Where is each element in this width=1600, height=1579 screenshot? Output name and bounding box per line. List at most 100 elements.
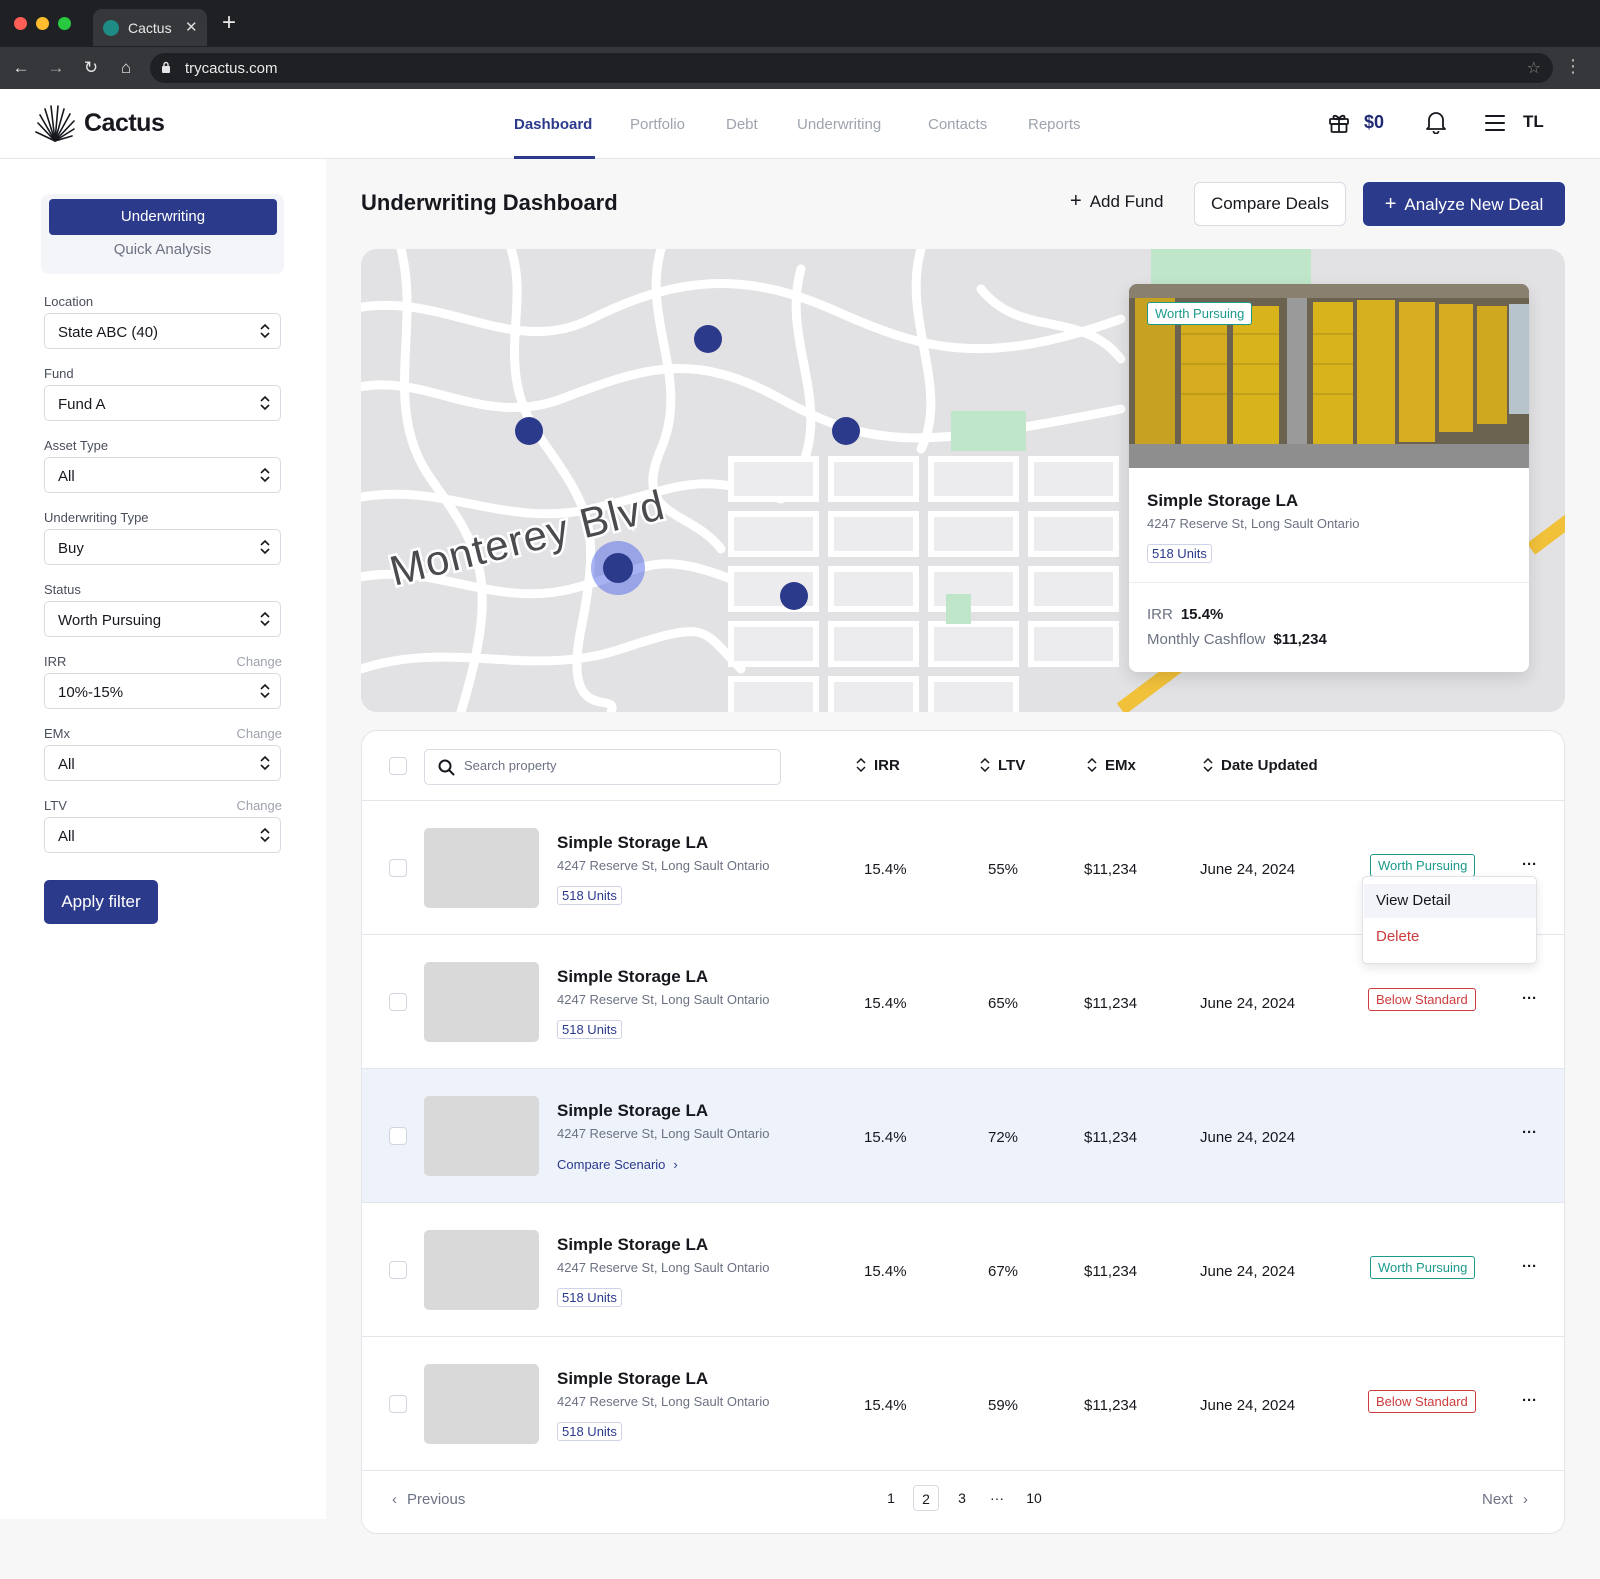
page-button-10[interactable]: 10 — [1021, 1485, 1047, 1511]
property-map[interactable]: Monterey Blvd Worth Pursuing Simple Stor… — [361, 249, 1565, 712]
page-title: Underwriting Dashboard — [361, 190, 618, 215]
chevron-up-down-icon — [260, 683, 270, 699]
map-pin[interactable] — [832, 417, 860, 445]
property-name: Simple Storage LA — [557, 1369, 709, 1388]
property-address: 4247 Reserve St, Long Sault Ontario — [557, 1260, 770, 1275]
row-checkbox[interactable] — [389, 993, 407, 1011]
back-icon[interactable]: ← — [10, 58, 32, 78]
minimize-window-icon[interactable] — [36, 17, 49, 30]
row-checkbox[interactable] — [389, 1261, 407, 1279]
column-header-ltv[interactable]: LTV — [980, 757, 1025, 774]
chevron-right-icon: › — [673, 1157, 678, 1172]
credit-balance[interactable]: $0 — [1364, 112, 1384, 133]
row-checkbox[interactable] — [389, 859, 407, 877]
close-window-icon[interactable] — [14, 17, 27, 30]
compare-scenario-link[interactable]: Compare Scenario › — [557, 1157, 678, 1172]
table-row[interactable]: Simple Storage LA 4247 Reserve St, Long S… — [362, 1069, 1564, 1203]
mode-quick-analysis-button[interactable]: Quick Analysis — [41, 241, 284, 258]
more-options-icon[interactable]: ··· — [1522, 1258, 1537, 1275]
add-fund-button[interactable]: + Add Fund — [1070, 190, 1163, 213]
table-row[interactable]: Simple Storage LA 4247 Reserve St, Long S… — [362, 1203, 1564, 1337]
maximize-window-icon[interactable] — [58, 17, 71, 30]
chevron-right-icon: › — [1522, 1491, 1528, 1508]
row-checkbox[interactable] — [389, 1395, 407, 1413]
bell-icon[interactable] — [1425, 110, 1447, 134]
underwriting-type-select[interactable]: Buy — [44, 529, 281, 565]
status-badge: Below Standard — [1368, 1390, 1476, 1413]
emx-change-link[interactable]: Change — [232, 726, 282, 741]
emx-select[interactable]: All — [44, 745, 281, 781]
avatar[interactable]: TL — [1523, 112, 1544, 132]
location-select[interactable]: State ABC (40) — [44, 313, 281, 349]
analyze-new-deal-button[interactable]: + Analyze New Deal — [1363, 182, 1565, 226]
property-popup[interactable]: Worth Pursuing Simple Storage LA 4247 Re… — [1129, 284, 1529, 672]
search-icon — [438, 759, 455, 776]
compare-deals-button[interactable]: Compare Deals — [1194, 182, 1346, 226]
more-options-icon[interactable]: ··· — [1522, 1392, 1537, 1409]
next-page-button[interactable]: Next › — [1482, 1491, 1528, 1508]
fund-value: Fund A — [58, 396, 106, 413]
table-row[interactable]: Simple Storage LA 4247 Reserve St, Long S… — [362, 1337, 1564, 1471]
irr-cell: 15.4% — [864, 995, 907, 1012]
row-checkbox[interactable] — [389, 1127, 407, 1145]
search-input[interactable] — [464, 758, 764, 773]
emx-value: All — [58, 756, 75, 773]
new-tab-icon[interactable]: + — [222, 11, 236, 35]
more-options-icon[interactable]: ··· — [1522, 1124, 1537, 1141]
add-fund-label: Add Fund — [1089, 192, 1164, 211]
previous-page-button[interactable]: ‹ Previous — [392, 1491, 465, 1508]
map-pin[interactable] — [780, 582, 808, 610]
close-tab-icon[interactable]: ✕ — [185, 18, 198, 36]
irr-select[interactable]: 10%-15% — [44, 673, 281, 709]
reload-icon[interactable]: ↻ — [80, 58, 102, 78]
map-pin[interactable] — [694, 325, 722, 353]
nav-dashboard[interactable]: Dashboard — [514, 116, 592, 133]
column-header-date-updated[interactable]: Date Updated — [1203, 757, 1318, 774]
property-address: 4247 Reserve St, Long Sault Ontario — [557, 858, 770, 873]
plus-icon: + — [1070, 190, 1082, 212]
forward-icon[interactable]: → — [45, 58, 67, 78]
map-pin-selected[interactable] — [591, 541, 645, 595]
fund-select[interactable]: Fund A — [44, 385, 281, 421]
page-button-2[interactable]: 2 — [913, 1485, 939, 1511]
browser-tab[interactable]: Cactus ✕ — [93, 9, 207, 46]
nav-reports[interactable]: Reports — [1028, 116, 1081, 133]
column-header-emx[interactable]: EMx — [1087, 757, 1136, 774]
ltv-select[interactable]: All — [44, 817, 281, 853]
page-button-3[interactable]: 3 — [949, 1485, 975, 1511]
property-thumbnail — [424, 1096, 539, 1176]
address-bar[interactable]: trycactus.com ☆ — [150, 53, 1553, 83]
ltv-cell: 72% — [988, 1129, 1019, 1146]
units-badge: 518 Units — [557, 1020, 622, 1039]
page-button-1[interactable]: 1 — [878, 1485, 904, 1511]
nav-active-indicator — [514, 156, 595, 159]
ltv-change-link[interactable]: Change — [232, 798, 282, 813]
emx-cell: $11,234 — [1084, 1129, 1138, 1146]
select-all-checkbox[interactable] — [389, 757, 407, 775]
more-options-icon[interactable]: ··· — [1522, 856, 1537, 873]
mode-underwriting-button[interactable]: Underwriting — [49, 199, 277, 235]
browser-menu-icon[interactable]: ⋮ — [1564, 56, 1582, 77]
nav-contacts[interactable]: Contacts — [928, 116, 987, 133]
search-field[interactable] — [424, 749, 781, 785]
delete-menu-item[interactable]: Delete — [1364, 920, 1536, 954]
nav-debt[interactable]: Debt — [726, 116, 758, 133]
map-pin[interactable] — [515, 417, 543, 445]
nav-portfolio[interactable]: Portfolio — [630, 116, 685, 133]
status-value: Worth Pursuing — [58, 612, 162, 629]
nav-underwriting[interactable]: Underwriting — [797, 116, 881, 133]
gift-icon[interactable] — [1328, 112, 1350, 134]
asset-type-select[interactable]: All — [44, 457, 281, 493]
column-header-irr[interactable]: IRR — [856, 757, 900, 774]
apply-filter-button[interactable]: Apply filter — [44, 880, 158, 924]
bookmark-star-icon[interactable]: ☆ — [1527, 58, 1541, 78]
irr-change-link[interactable]: Change — [232, 654, 282, 669]
table-header: IRR LTV EMx Date Updated — [362, 731, 1564, 801]
menu-icon[interactable] — [1485, 115, 1505, 131]
status-select[interactable]: Worth Pursuing — [44, 601, 281, 637]
sort-icon — [980, 758, 990, 772]
view-detail-menu-item[interactable]: View Detail — [1364, 884, 1536, 918]
ltv-cell: 55% — [988, 861, 1019, 878]
home-icon[interactable]: ⌂ — [115, 58, 137, 78]
more-options-icon[interactable]: ··· — [1522, 990, 1537, 1007]
